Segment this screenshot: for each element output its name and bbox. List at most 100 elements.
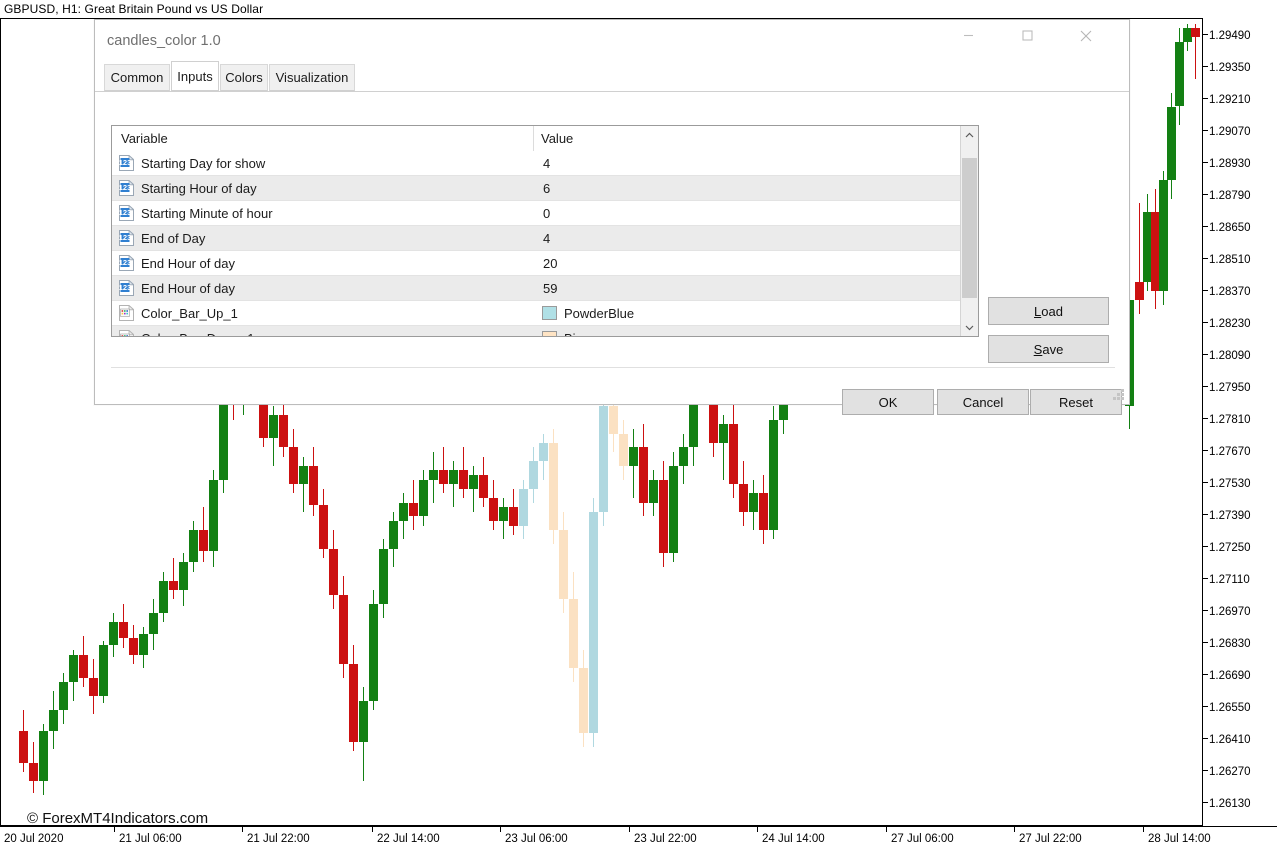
candle-body — [529, 461, 538, 489]
tick-dash — [1203, 706, 1208, 707]
time-axis[interactable]: 20 Jul 202021 Jul 06:0021 Jul 22:0022 Ju… — [0, 826, 1277, 853]
dialog-title: candles_color 1.0 — [107, 33, 221, 49]
candle-body — [519, 489, 528, 526]
price-value: 1.28230 — [1209, 318, 1251, 330]
candle-body — [759, 493, 768, 530]
load-button[interactable]: Load — [988, 297, 1109, 325]
tab-colors[interactable]: Colors — [220, 64, 268, 91]
grid-row[interactable]: 123End Hour of day59 — [112, 276, 978, 301]
close-glyph — [1080, 30, 1092, 42]
number-input-icon: 123 — [119, 255, 134, 271]
candle-body — [489, 498, 498, 521]
price-value: 1.26690 — [1209, 670, 1251, 682]
value-cell[interactable]: PowderBlue — [534, 301, 978, 325]
scrollbar-thumb[interactable] — [962, 158, 977, 298]
grid-row[interactable]: 123Starting Minute of hour0 — [112, 201, 978, 226]
svg-text:123: 123 — [119, 208, 131, 217]
candle-wick — [173, 558, 174, 599]
price-tick-label: 1.26970 — [1203, 606, 1251, 618]
price-tick-label: 1.28790 — [1203, 190, 1251, 202]
tab-label: Inputs — [177, 69, 212, 84]
price-tick-label: 1.27110 — [1203, 574, 1250, 586]
candle-body — [159, 581, 168, 613]
tick-dash — [1203, 674, 1208, 675]
tick-dash — [1203, 226, 1208, 227]
value-cell[interactable]: 4 — [534, 226, 978, 250]
value-cell[interactable]: Bisque — [534, 326, 978, 336]
grid-row[interactable]: 123 End Hour of day 20 — [112, 251, 978, 276]
candle-body — [559, 530, 568, 599]
price-value: 1.27810 — [1209, 414, 1251, 426]
time-tick-mark — [1014, 827, 1015, 832]
parameters-grid[interactable]: Variable Value 123Starting Day for show4… — [111, 125, 979, 337]
watermark-label: © ForexMT4Indicators.com — [27, 810, 208, 826]
tab-inputs[interactable]: Inputs — [171, 61, 219, 91]
time-tick-label: 28 Jul 14:00 — [1148, 833, 1211, 845]
cancel-button[interactable]: Cancel — [937, 389, 1029, 415]
candle-body — [549, 443, 558, 531]
grid-vertical-scrollbar[interactable] — [960, 126, 978, 336]
value-text: 59 — [543, 281, 557, 296]
price-value: 1.28930 — [1209, 158, 1251, 170]
value-cell[interactable]: 59 — [534, 276, 978, 300]
value-text: 4 — [543, 156, 550, 171]
chevron-up-glyph — [965, 131, 974, 140]
tick-dash — [1203, 514, 1208, 515]
price-value: 1.27110 — [1209, 574, 1250, 586]
tab-common[interactable]: Common — [104, 64, 170, 91]
variable-name: End Hour of day — [141, 256, 235, 271]
candle-body — [429, 470, 438, 479]
grip-dot — [1117, 393, 1120, 396]
minimize-icon[interactable] — [945, 20, 991, 51]
value-cell[interactable]: 20 — [534, 251, 978, 275]
load-button-label: Load — [1034, 304, 1063, 319]
time-tick-mark — [114, 827, 115, 832]
time-tick-mark — [372, 827, 373, 832]
candle-body — [629, 447, 638, 465]
candle-body — [419, 480, 428, 517]
grid-row[interactable]: 123Starting Day for show4 — [112, 151, 978, 176]
price-value: 1.29210 — [1209, 94, 1251, 106]
candle-body — [619, 434, 628, 466]
tick-dash — [1203, 418, 1208, 419]
tick-dash — [1203, 290, 1208, 291]
value-cell[interactable]: 4 — [534, 151, 978, 175]
grid-row[interactable]: Color_Bar_Up_1 PowderBlue — [112, 301, 978, 326]
maximize-glyph — [1022, 30, 1033, 41]
close-icon[interactable] — [1063, 20, 1109, 51]
grid-row[interactable]: 123End of Day4 — [112, 226, 978, 251]
maximize-icon[interactable] — [1004, 20, 1050, 51]
candle-body — [169, 581, 178, 590]
price-axis[interactable]: 1.294901.293501.292101.290701.289301.287… — [1203, 18, 1277, 826]
grid-header-row: Variable Value — [112, 126, 978, 152]
candle-body — [379, 549, 388, 604]
candle-body — [719, 424, 728, 442]
tab-visualization[interactable]: Visualization — [269, 64, 355, 91]
variable-cell: 123 End Hour of day — [112, 251, 533, 275]
resize-grip[interactable] — [1113, 389, 1125, 401]
ok-button[interactable]: OK — [842, 389, 934, 415]
svg-text:123: 123 — [119, 258, 131, 267]
save-button[interactable]: Save — [988, 335, 1109, 363]
chevron-down-glyph — [965, 323, 974, 332]
price-value: 1.27950 — [1209, 382, 1251, 394]
value-text: Bisque — [564, 331, 604, 337]
reset-button[interactable]: Reset — [1030, 389, 1122, 415]
value-cell[interactable]: 6 — [534, 176, 978, 200]
chevron-down-icon[interactable] — [961, 318, 978, 336]
candle-body — [49, 710, 58, 731]
chevron-up-icon[interactable] — [961, 126, 978, 144]
grid-row[interactable]: 123Starting Hour of day6 — [112, 176, 978, 201]
variable-name: Color_Bar_Up_1 — [141, 306, 238, 321]
tick-dash — [1203, 738, 1208, 739]
grid-row[interactable]: Color_Bar_Down_1Bisque — [112, 326, 978, 336]
price-value: 1.28790 — [1209, 190, 1251, 202]
candle-body — [589, 512, 598, 733]
tick-dash — [1203, 194, 1208, 195]
value-cell[interactable]: 0 — [534, 201, 978, 225]
price-tick-label: 1.28650 — [1203, 222, 1251, 234]
tick-dash — [1203, 66, 1208, 67]
price-value: 1.26550 — [1209, 702, 1251, 714]
candle-body — [679, 447, 688, 465]
dialog-titlebar[interactable]: candles_color 1.0 — [95, 20, 1129, 64]
